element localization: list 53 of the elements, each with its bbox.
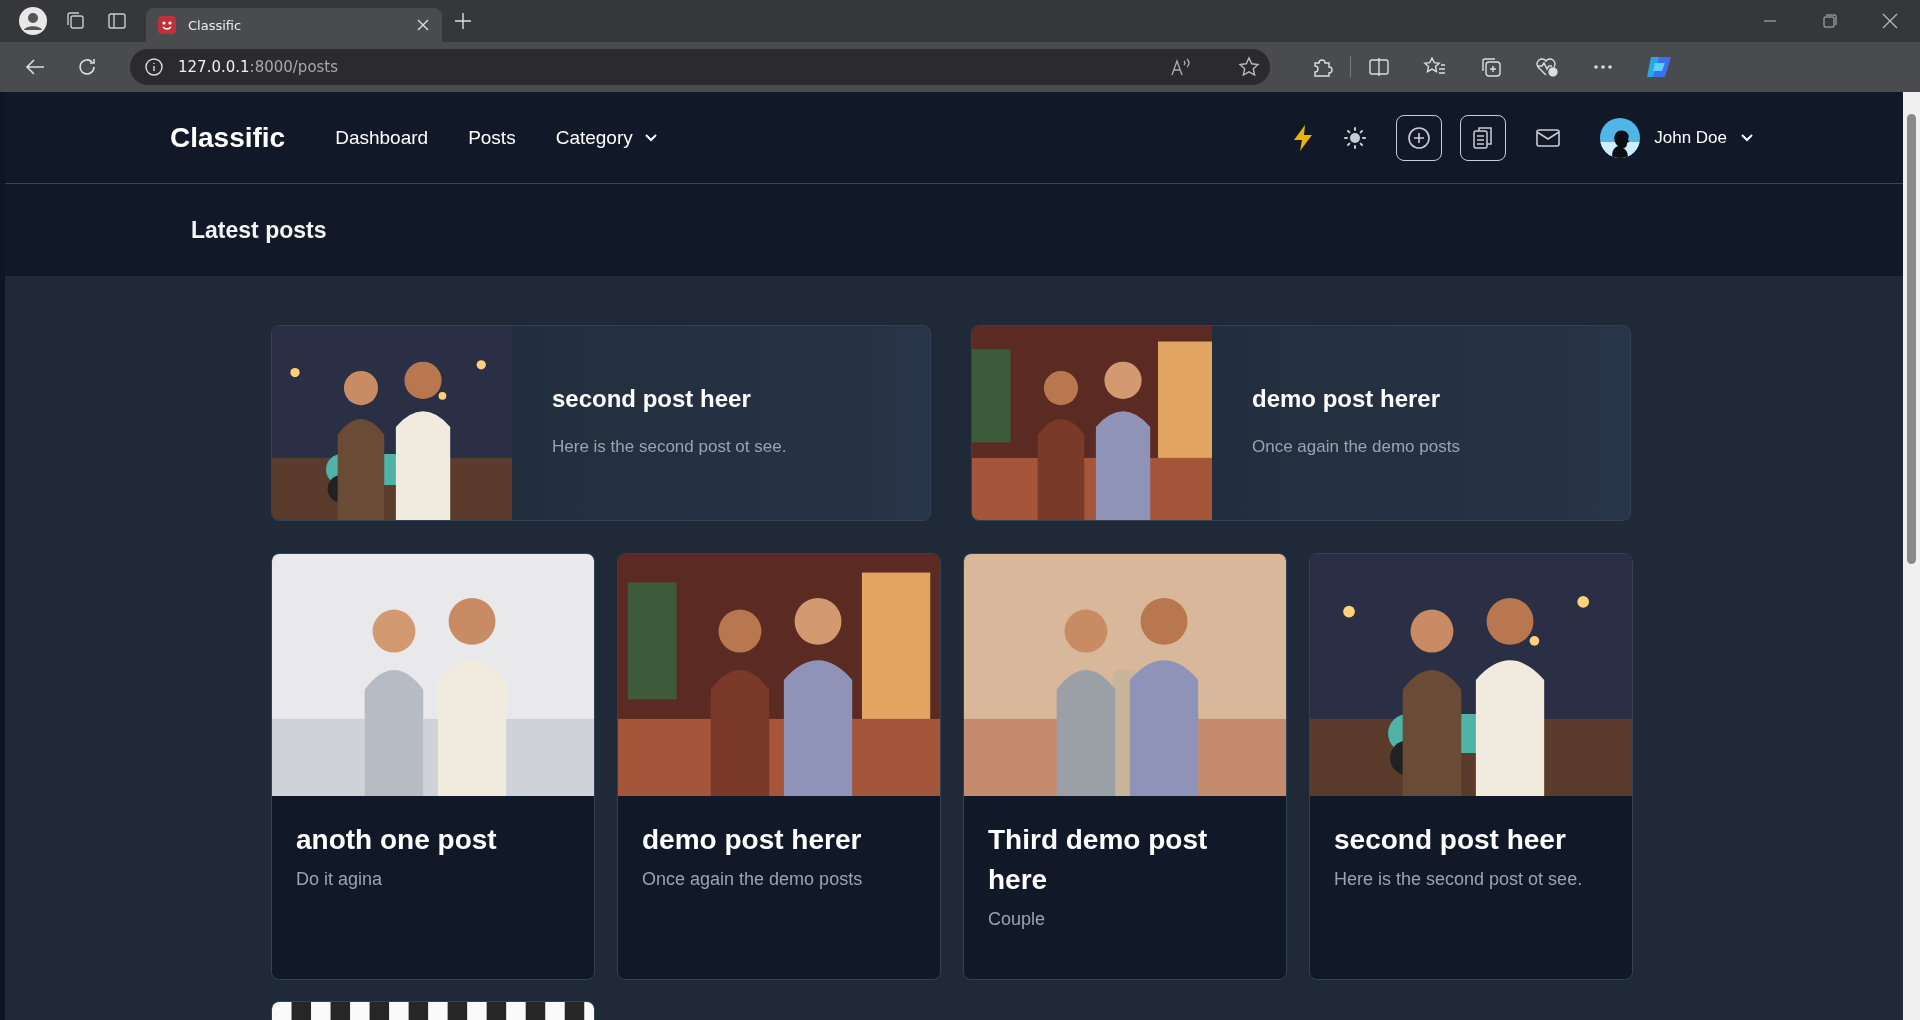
address-bar[interactable]: 127.0.0.1:8000/posts: [130, 49, 1270, 85]
nav-link[interactable]: Category: [555, 126, 657, 149]
restore-icon[interactable]: [1823, 14, 1837, 28]
post-title[interactable]: Third demo post here: [988, 820, 1246, 900]
featured-post-card[interactable]: second post heer Here is the second post ot see.: [271, 325, 931, 521]
chevron-down-icon: [644, 133, 657, 142]
profile-icon[interactable]: [18, 6, 48, 36]
read-aloud-icon[interactable]: [1170, 57, 1192, 77]
featured-post-card[interactable]: demo post herer Once again the demo posts: [971, 325, 1631, 521]
workspaces-icon[interactable]: [64, 10, 86, 32]
post-excerpt: Once again the demo posts: [1252, 436, 1460, 458]
more-icon[interactable]: [1593, 64, 1613, 70]
post-title[interactable]: second post heer: [1334, 820, 1592, 860]
refresh-icon[interactable]: [76, 56, 98, 78]
avatar-icon: [1600, 117, 1641, 158]
split-screen-icon[interactable]: [1368, 56, 1390, 78]
nav-link[interactable]: Dashboard: [335, 126, 429, 149]
extensions-icon[interactable]: [1311, 56, 1333, 78]
post-card[interactable]: anoth one post Do it agina: [271, 553, 595, 980]
sun-icon[interactable]: [1344, 126, 1367, 149]
post-excerpt: Once again the demo posts: [642, 868, 864, 891]
user-menu[interactable]: John Doe: [1600, 117, 1753, 158]
add-post-button[interactable]: [1396, 114, 1443, 161]
nav-link[interactable]: Posts: [468, 126, 516, 149]
post-title[interactable]: anoth one post: [296, 820, 554, 860]
post-excerpt: Here is the second post ot see.: [1334, 868, 1584, 891]
post-title[interactable]: demo post herer: [642, 820, 900, 860]
post-card[interactable]: demo post herer Once again the demo posts: [617, 553, 941, 980]
favorite-star-icon[interactable]: [1238, 56, 1260, 78]
post-excerpt: Couple: [988, 908, 1047, 931]
post-excerpt: Here is the second post ot see.: [552, 436, 787, 458]
collections-icon[interactable]: [1480, 56, 1502, 78]
page-title: Latest posts: [191, 216, 327, 244]
close-icon[interactable]: [416, 18, 430, 32]
browser-tab[interactable]: Classific: [146, 8, 442, 42]
site-logo[interactable]: Classific: [170, 121, 286, 154]
post-card[interactable]: Third demo post here Couple: [963, 553, 1287, 980]
post-title[interactable]: demo post herer: [1252, 385, 1460, 413]
tab-actions-icon[interactable]: [107, 11, 127, 31]
mail-icon[interactable]: [1536, 128, 1561, 147]
info-icon[interactable]: [144, 57, 164, 77]
post-card[interactable]: second post heer Here is the second post ot see.: [1309, 553, 1633, 980]
favicon-icon: [158, 16, 176, 34]
plus-circle-icon: [1407, 125, 1432, 150]
chevron-down-icon: [1741, 133, 1753, 142]
new-tab-icon[interactable]: [453, 11, 473, 31]
scrollbar-thumb[interactable]: [1907, 114, 1916, 564]
post-excerpt: Do it agina: [296, 868, 384, 891]
heart-pulse-icon[interactable]: [1535, 56, 1559, 78]
lightning-icon[interactable]: [1292, 123, 1315, 152]
close-window-icon[interactable]: [1882, 13, 1898, 29]
posts-button[interactable]: [1460, 114, 1507, 161]
post-title[interactable]: second post heer: [552, 385, 787, 413]
